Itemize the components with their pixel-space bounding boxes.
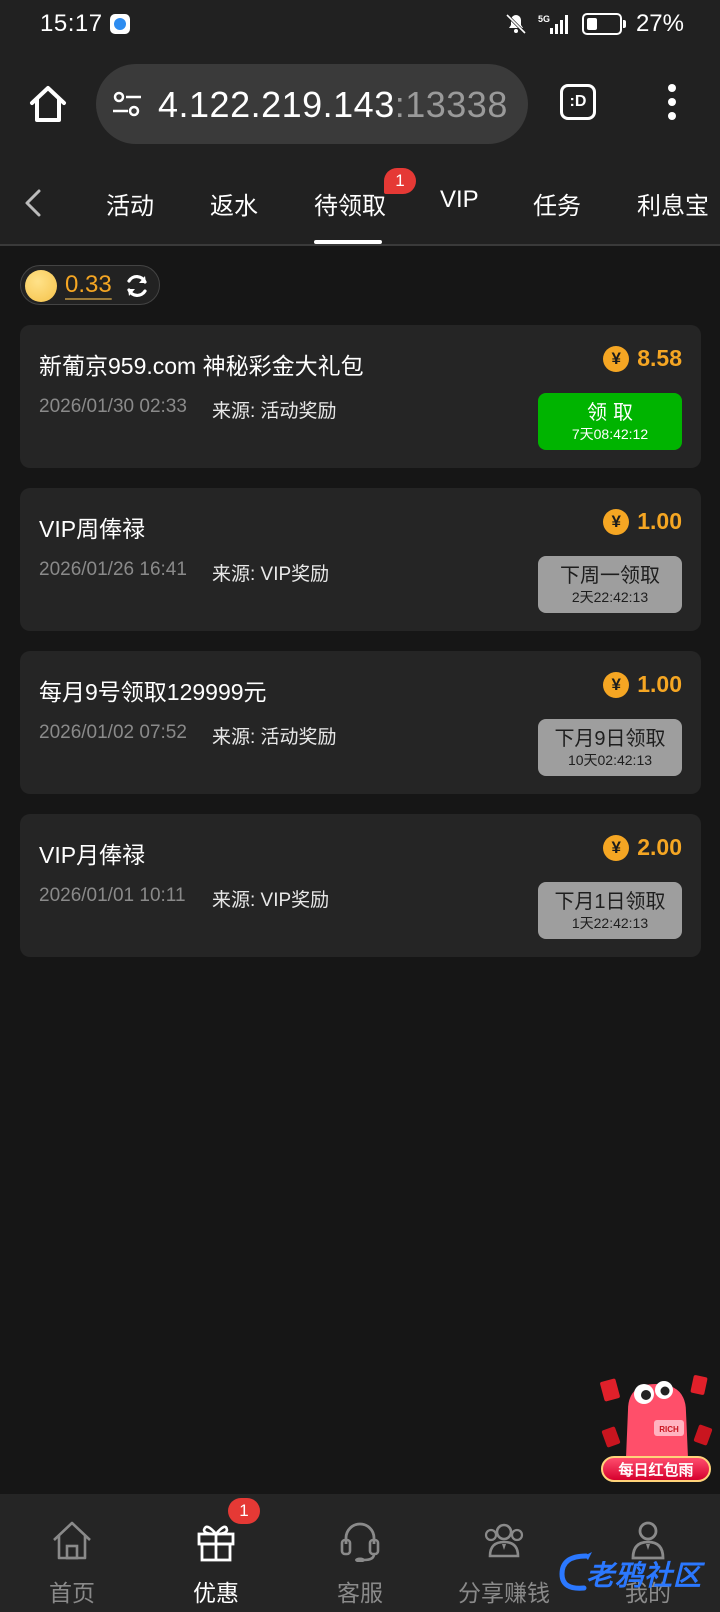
url-host: 4.122.219.143 [158,84,395,125]
red-packet-promo[interactable]: RICH 每日红包雨 [598,1370,716,1490]
reward-source: 来源: 活动奖励 [212,727,337,748]
promo-label: 每日红包雨 [601,1456,711,1482]
claim-button-disabled[interactable]: 下月1日领取 1天22:42:13 [538,882,682,939]
claim-label: 下月1日领取 [554,890,666,913]
amount-value: 8.58 [637,345,682,371]
yen-icon: ¥ [603,345,630,372]
pending-count-badge: 1 [384,168,416,194]
yen-icon: ¥ [603,834,630,861]
reward-card: VIP周俸禄 ¥ 1.00 2026/01/26 16:41 来源: VIP奖励… [20,488,701,631]
nav-support[interactable]: 客服 [288,1494,432,1612]
gift-icon [197,1525,235,1562]
nav-home[interactable]: 首页 [0,1494,144,1612]
reward-date: 2026/01/30 02:33 [39,396,187,417]
refresh-icon[interactable] [123,272,151,300]
home-icon[interactable] [26,82,70,126]
bottom-navigation: 首页 优惠 1 客服 分享赚钱 我的 老鸦社区 [0,1494,720,1612]
claim-label: 下月9日领取 [554,727,666,750]
red-packet-mascot-icon: RICH [600,1375,713,1458]
signal-5g-icon: 5G [538,14,568,34]
chevron-left-icon[interactable] [22,188,44,218]
url-port: :13338 [394,84,508,125]
reward-card: 新葡京959.com 神秘彩金大礼包 ¥ 8.58 2026/01/30 02:… [20,325,701,468]
claim-countdown: 7天08:42:12 [571,425,649,442]
reward-card: VIP月俸禄 ¥ 2.00 2026/01/01 10:11 来源: VIP奖励… [20,814,701,957]
nav-promotions[interactable]: 优惠 [144,1494,288,1612]
reward-title: 每月9号领取129999元 [39,679,267,705]
reward-title: VIP月俸禄 [39,842,146,868]
nav-label: 分享赚钱 [458,1580,550,1606]
nav-label: 首页 [49,1580,95,1606]
amount-value: 2.00 [637,834,682,860]
browser-toolbar: 4.122.219.143:13338 :D [0,50,720,160]
tab-vip[interactable]: VIP [440,186,479,214]
reward-source: 来源: VIP奖励 [212,890,330,911]
reward-title: 新葡京959.com 神秘彩金大礼包 [39,353,364,379]
svg-text:RICH: RICH [659,1425,679,1434]
users-icon [484,1523,524,1558]
reward-amount: ¥ 1.00 [603,508,682,535]
tab-pending-claim[interactable]: 待领取 [314,186,386,221]
network-label: 5G [538,14,550,24]
claim-countdown: 10天02:42:13 [567,751,653,768]
watermark: 老鸦社区 [556,1548,720,1596]
home-nav-icon [53,1521,91,1560]
tab-interest[interactable]: 利息宝 [637,186,709,221]
status-bar: 15:17 5G 27% [0,0,720,50]
claim-button-disabled[interactable]: 下周一领取 2天22:42:13 [538,556,682,613]
headset-icon [340,1522,380,1562]
url-text: 4.122.219.143:13338 [158,84,508,126]
claim-label: 领取 [587,401,639,424]
tab-switcher-button[interactable]: :D [560,84,596,120]
nav-promotions-badge: 1 [228,1498,260,1524]
reward-source: 来源: 活动奖励 [212,401,337,422]
site-settings-icon[interactable] [112,90,142,118]
claim-countdown: 2天22:42:13 [571,588,649,605]
nav-share-earn[interactable]: 分享赚钱 [432,1494,576,1612]
reward-amount: ¥ 8.58 [603,345,682,372]
reward-date: 2026/01/02 07:52 [39,722,187,743]
yen-icon: ¥ [603,671,630,698]
category-tabs: 活动 返水 待领取 1 VIP 任务 利息宝 [0,160,720,246]
balance-chip: 0.33 [20,265,160,305]
reward-date: 2026/01/26 16:41 [39,559,187,580]
balance-value: 0.33 [65,271,112,298]
status-time: 15:17 [40,10,103,37]
app-notification-icon [110,14,130,34]
reward-card: 每月9号领取129999元 ¥ 1.00 2026/01/02 07:52 来源… [20,651,701,794]
status-indicators: 5G 27% [504,10,684,38]
watermark-text: 老鸦社区 [586,1560,703,1591]
active-tab-indicator [314,240,382,244]
more-menu-icon[interactable] [662,84,682,124]
yen-icon: ¥ [603,508,630,535]
reward-title: VIP周俸禄 [39,516,146,542]
claim-button-disabled[interactable]: 下月9日领取 10天02:42:13 [538,719,682,776]
tab-activity[interactable]: 活动 [106,186,154,221]
reward-source: 来源: VIP奖励 [212,564,330,585]
battery-icon [581,13,626,35]
nav-label: 优惠 [193,1580,239,1606]
amount-value: 1.00 [637,671,682,697]
claim-countdown: 1天22:42:13 [571,914,649,931]
claim-label: 下周一领取 [560,564,660,587]
tab-tasks[interactable]: 任务 [533,186,581,221]
battery-percent: 27% [635,10,684,37]
claim-button[interactable]: 领取 7天08:42:12 [538,393,682,450]
reward-amount: ¥ 2.00 [603,834,682,861]
tab-rebate[interactable]: 返水 [210,186,258,221]
reward-date: 2026/01/01 10:11 [39,885,186,906]
nav-label: 客服 [337,1580,383,1606]
reward-amount: ¥ 1.00 [603,671,682,698]
amount-value: 1.00 [637,508,682,534]
mute-bell-icon [505,13,527,35]
address-bar[interactable]: 4.122.219.143:13338 [96,64,528,144]
coin-icon [25,270,57,302]
